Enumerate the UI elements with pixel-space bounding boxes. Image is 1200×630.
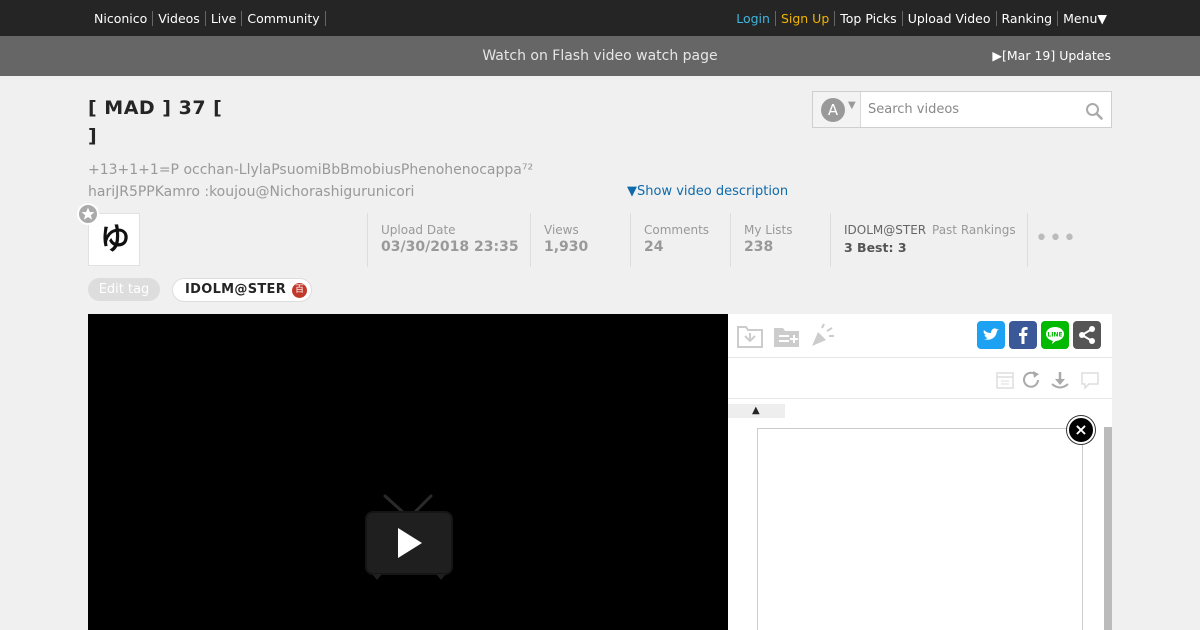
stat-views: Views 1,930 xyxy=(530,213,630,267)
comments-label: Comments xyxy=(644,223,710,237)
global-nav-left: Niconico Videos Live Community xyxy=(88,0,326,36)
ranking-value: 3 Best: 3 xyxy=(844,240,907,255)
stat-ranking: IDOLM@STER Past Rankings 3 Best: 3 xyxy=(830,213,1028,267)
scrollbar[interactable] xyxy=(1104,427,1112,630)
global-nav: Niconico Videos Live Community Login Sig… xyxy=(0,0,1200,36)
upload-date-label: Upload Date xyxy=(381,223,456,237)
upload-date-value: 03/30/2018 23:35 xyxy=(381,239,519,255)
nav-top-picks[interactable]: Top Picks xyxy=(835,10,903,26)
side-panel: LINE ▲ xyxy=(728,314,1112,630)
mylists-label: My Lists xyxy=(744,223,793,237)
updates-link[interactable]: ▶[Mar 19] Updates xyxy=(992,36,1111,76)
refresh-icon[interactable] xyxy=(1020,369,1042,391)
stat-upload-date: Upload Date 03/30/2018 23:35 xyxy=(367,213,530,267)
nav-ranking[interactable]: Ranking xyxy=(997,10,1059,26)
sort-arrow: ▲ xyxy=(752,405,760,416)
video-owner-text: +13+1+1=P occhan-LlylaPsuomiBbBmobiusPhe… xyxy=(88,162,534,200)
stat-comments: Comments 24 xyxy=(630,213,730,267)
search-icon[interactable] xyxy=(1085,102,1103,120)
tag-name[interactable]: IDOLM@STER xyxy=(185,282,286,297)
comments-value: 24 xyxy=(644,239,664,255)
mylist-icon[interactable] xyxy=(736,323,764,349)
tv-icon[interactable] xyxy=(364,492,454,582)
twitter-icon[interactable] xyxy=(977,321,1005,349)
stat-mylists: My Lists 238 xyxy=(730,213,830,267)
views-label: Views xyxy=(544,223,579,237)
nav-menu[interactable]: Menu▼ xyxy=(1058,11,1112,26)
ranking-genre[interactable]: IDOLM@STER xyxy=(844,223,926,237)
comment-icon[interactable] xyxy=(1079,369,1101,391)
video-player[interactable] xyxy=(88,314,728,630)
nav-community[interactable]: Community xyxy=(242,10,326,26)
nav-niconico[interactable]: Niconico xyxy=(88,10,154,26)
search-mode-icon: A xyxy=(821,98,845,122)
show-description-link[interactable]: ▼Show video description xyxy=(627,184,788,199)
comment-column-header[interactable]: ▲ xyxy=(728,404,785,418)
playlist-add-icon[interactable] xyxy=(772,323,802,349)
panel-toolbar: LINE xyxy=(728,314,1112,358)
edit-tag-button[interactable]: Edit tag xyxy=(88,278,160,301)
scroll-down-icon[interactable] xyxy=(1049,369,1071,391)
tag-item[interactable]: IDOLM@STER 百 xyxy=(172,278,312,302)
flash-banner: Watch on Flash video watch page ▶[Mar 19… xyxy=(0,36,1200,76)
search-input[interactable] xyxy=(862,92,1082,127)
nav-videos[interactable]: Videos xyxy=(153,10,206,26)
encyclopedia-icon[interactable]: 百 xyxy=(292,283,307,298)
nav-live[interactable]: Live xyxy=(206,10,243,26)
comment-toolbar xyxy=(728,358,1112,399)
signup-link[interactable]: Sign Up xyxy=(776,10,836,26)
login-link[interactable]: Login xyxy=(731,10,776,26)
video-title: [ MAD ] 37 [ ] xyxy=(88,97,223,147)
facebook-icon[interactable] xyxy=(1009,321,1037,349)
chevron-down-icon: ▼ xyxy=(848,100,856,111)
calendar-icon[interactable] xyxy=(995,370,1015,390)
share-icon[interactable] xyxy=(1073,321,1101,349)
comment-list[interactable] xyxy=(757,428,1083,630)
close-icon[interactable]: × xyxy=(1067,416,1095,444)
views-value: 1,930 xyxy=(544,239,589,255)
more-menu-button[interactable]: ••• xyxy=(1035,228,1077,250)
global-nav-right: Login Sign Up Top Picks Upload Video Ran… xyxy=(731,0,1112,36)
line-icon[interactable]: LINE xyxy=(1041,321,1069,349)
search-mode-selector[interactable]: A ▼ xyxy=(813,92,861,127)
mylists-value: 238 xyxy=(744,239,774,255)
star-icon[interactable] xyxy=(77,203,99,225)
search-box: A ▼ xyxy=(812,91,1112,128)
svg-text:LINE: LINE xyxy=(1047,332,1062,339)
advertise-icon[interactable] xyxy=(808,322,836,350)
past-rankings-link[interactable]: Past Rankings xyxy=(932,223,1016,237)
nav-upload-video[interactable]: Upload Video xyxy=(903,10,997,26)
